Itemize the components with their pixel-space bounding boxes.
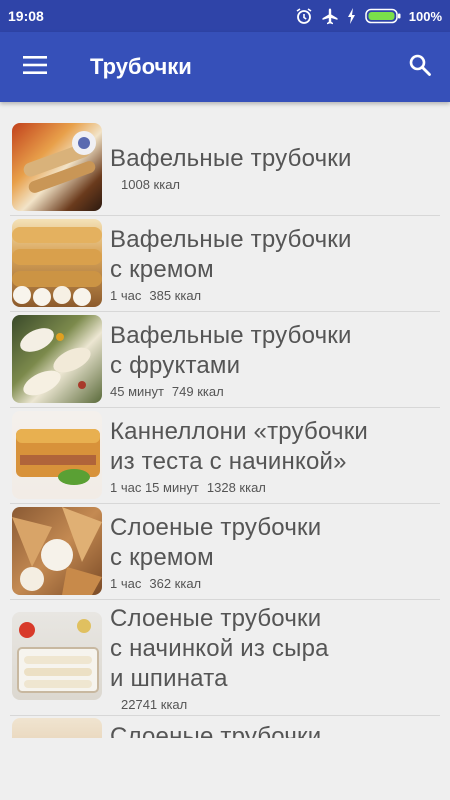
alarm-icon [295, 7, 313, 25]
list-item[interactable]: Слоеные трубочки с кремом 1 час 362 ккал [10, 504, 440, 600]
recipe-title: Слоеные трубочки с начинкой из сыра и шп… [110, 605, 329, 692]
recipe-title: Вафельные трубочки с фруктами [110, 322, 352, 379]
list-item[interactable]: Каннеллони «трубочки из теста с начинкой… [10, 408, 440, 504]
list-item[interactable]: Вафельные трубочки 1008 ккал [10, 120, 440, 216]
recipe-kcal: 1008 ккал [121, 177, 181, 192]
status-time: 19:08 [8, 8, 44, 24]
menu-button[interactable] [0, 32, 70, 102]
airplane-icon [321, 7, 339, 25]
recipe-title: Слоеные трубочки [110, 723, 322, 738]
list-item[interactable]: Вафельные трубочки с кремом 1 час 385 кка… [10, 216, 440, 312]
recipe-time: 1 час [110, 288, 142, 303]
recipe-meta: 22741 ккал [110, 697, 440, 712]
search-icon [408, 53, 432, 82]
recipe-kcal: 1328 ккал [206, 480, 266, 495]
status-icons: 100% [295, 7, 442, 25]
recipe-thumbnail [12, 507, 102, 595]
hamburger-menu-icon [23, 55, 47, 79]
recipe-kcal: 385 ккал [149, 288, 202, 303]
recipe-meta: 1008 ккал [110, 177, 440, 192]
recipe-meta: 1 час 385 ккал [110, 288, 440, 303]
recipe-meta: 45 минут 749 ккал [110, 384, 440, 399]
bottom-empty-area [0, 738, 450, 800]
battery-percent: 100% [408, 8, 442, 24]
recipe-title: Каннеллони «трубочки из теста с начинкой… [110, 418, 369, 475]
charging-icon [347, 8, 357, 24]
recipe-meta: 1 час 362 ккал [110, 576, 440, 591]
recipe-thumbnail [12, 315, 102, 403]
recipe-time: 45 минут [110, 384, 164, 399]
recipe-thumbnail [12, 411, 102, 499]
list-item[interactable]: Слоеные трубочки [10, 716, 440, 738]
recipe-thumbnail [12, 123, 102, 211]
recipe-list: Вафельные трубочки 1008 ккал Вафельные т… [10, 120, 440, 738]
recipe-kcal: 362 ккал [149, 576, 202, 591]
recipe-thumbnail [12, 219, 102, 307]
search-button[interactable] [390, 32, 450, 102]
recipe-time: 1 час 15 минут [110, 480, 199, 495]
battery-icon [365, 8, 401, 24]
page-title: Трубочки [90, 54, 192, 79]
status-bar: 19:08 100% [0, 0, 450, 32]
recipe-meta: 1 час 15 минут 1328 ккал [110, 480, 440, 495]
recipe-thumbnail [12, 718, 102, 738]
recipe-thumbnail [12, 612, 102, 700]
recipe-time: 1 час [110, 576, 142, 591]
recipe-title: Слоеные трубочки с кремом [110, 514, 322, 571]
recipe-kcal: 749 ккал [171, 384, 224, 399]
recipe-title: Вафельные трубочки с кремом [110, 226, 352, 283]
app-bar: Трубочки [0, 32, 450, 102]
recipe-kcal: 22741 ккал [121, 697, 188, 712]
recipe-title: Вафельные трубочки [110, 145, 352, 172]
list-item[interactable]: Слоеные трубочки с начинкой из сыра и шп… [10, 600, 440, 716]
list-item[interactable]: Вафельные трубочки с фруктами 45 минут 74… [10, 312, 440, 408]
